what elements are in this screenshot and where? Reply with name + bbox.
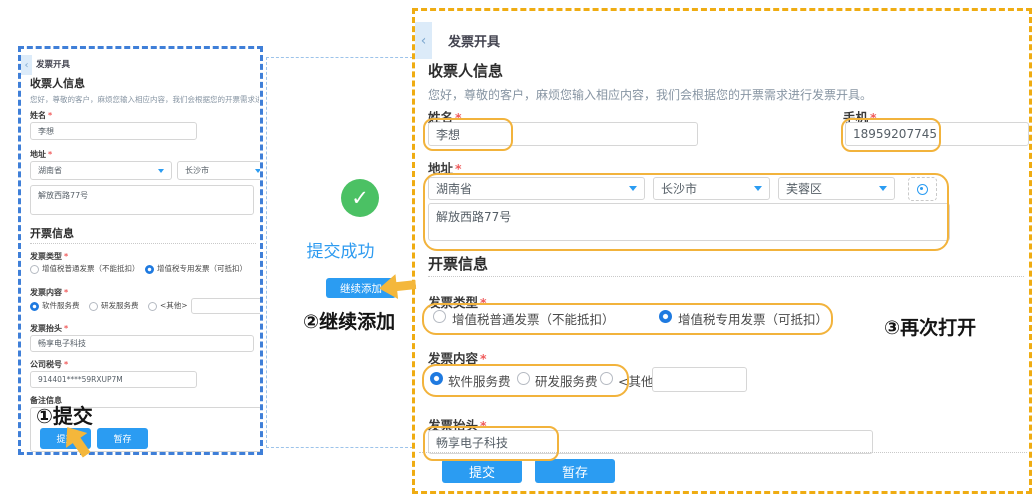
tax-no-input[interactable]: 914401****59RXUP7M — [30, 371, 197, 388]
submit-success-panel: ✓ 提交成功 继续添加 — [266, 57, 413, 448]
invoice-section-heading: 开票信息 — [30, 225, 74, 241]
radio-vat-special[interactable] — [659, 310, 672, 323]
radio-vat-normal[interactable] — [433, 310, 446, 323]
name-input[interactable]: 李想 — [30, 122, 197, 140]
invoice-form-panel-large: ‹ 发票开具 收票人信息 您好，尊敬的客户，麻烦您输入相应内容，我们会根据您的开… — [412, 8, 1032, 494]
back-button[interactable]: ‹ — [415, 22, 432, 59]
recipient-section-heading: 收票人信息 — [30, 75, 85, 91]
required-mark: * — [64, 252, 68, 261]
chevron-down-icon — [754, 186, 762, 191]
radio-content-software-label: 软件服务费 — [42, 300, 80, 311]
invoice-header-input[interactable]: 畅享电子科技 — [30, 335, 254, 352]
section-divider — [428, 276, 1024, 277]
radio-content-rnd[interactable] — [89, 302, 98, 311]
required-mark: * — [48, 111, 52, 120]
street-textarea[interactable]: 解放西路77号 — [428, 203, 950, 241]
page-title: 发票开具 — [36, 58, 70, 70]
chevron-down-icon — [255, 169, 261, 173]
back-icon: ‹ — [25, 60, 29, 71]
street-textarea[interactable]: 解放西路77号 — [30, 185, 254, 215]
tax-no-label: 公司税号* — [30, 359, 68, 370]
address-label: 地址* — [428, 158, 462, 177]
chevron-down-icon — [158, 169, 164, 173]
annotation-step1: ①提交 — [36, 400, 93, 429]
required-mark: * — [480, 295, 487, 310]
save-button[interactable]: 暂存 — [97, 428, 148, 449]
invoice-form-panel-small: ‹ 发票开具 收票人信息 您好，尊敬的客户，麻烦您输入相应内容，我们会根据您的开… — [18, 46, 263, 455]
invoice-header-input[interactable]: 畅享电子科技 — [428, 430, 873, 454]
success-circle: ✓ — [341, 179, 379, 217]
recipient-section-heading: 收票人信息 — [428, 60, 503, 81]
radio-vat-normal-label: 增值税普通发票（不能抵扣） — [42, 263, 140, 274]
back-icon: ‹ — [421, 33, 427, 49]
check-icon: ✓ — [351, 186, 369, 210]
annotation-step2: ②继续添加 — [303, 307, 395, 334]
address-label: 地址* — [30, 149, 52, 160]
name-input[interactable]: 李想 — [428, 122, 698, 146]
required-mark: * — [455, 161, 462, 176]
province-select[interactable]: 湖南省 — [30, 161, 172, 180]
content-other-input[interactable] — [191, 298, 263, 314]
locate-button[interactable] — [908, 177, 937, 201]
annotation-step3: ③再次打开 — [884, 313, 976, 340]
city-select[interactable]: 长沙市 — [177, 161, 263, 180]
radio-vat-normal-label: 增值税普通发票（不能抵扣） — [452, 309, 615, 328]
invoice-content-label: 发票内容* — [428, 348, 487, 367]
radio-content-other[interactable] — [148, 302, 157, 311]
radio-content-rnd-label: 研发服务费 — [535, 371, 598, 390]
city-select[interactable]: 长沙市 — [653, 177, 770, 200]
required-mark: * — [64, 288, 68, 297]
bottom-divider — [419, 452, 1027, 453]
back-button[interactable]: ‹ — [21, 55, 32, 75]
phone-input[interactable]: 18959207745 — [845, 122, 1029, 146]
success-message: 提交成功 — [267, 237, 413, 262]
radio-vat-normal[interactable] — [30, 265, 39, 274]
radio-content-rnd[interactable] — [517, 372, 530, 385]
required-mark: * — [48, 150, 52, 159]
radio-content-software-label: 软件服务费 — [448, 371, 511, 390]
radio-content-software[interactable] — [30, 302, 39, 311]
invoice-type-label: 发票类型* — [30, 251, 68, 262]
required-mark: * — [64, 324, 68, 333]
name-label: 姓名* — [30, 110, 52, 121]
chevron-down-icon — [629, 186, 637, 191]
save-button[interactable]: 暂存 — [535, 459, 615, 483]
radio-content-other[interactable] — [600, 372, 613, 385]
page-title: 发票开具 — [448, 31, 500, 50]
chevron-down-icon — [879, 186, 887, 191]
district-select[interactable]: 芙蓉区 — [778, 177, 895, 200]
submit-button[interactable]: 提交 — [442, 459, 522, 483]
greeting-text: 您好，尊敬的客户，麻烦您输入相应内容，我们会根据您的开票需求进行发票开具。 — [30, 94, 259, 105]
required-mark: * — [64, 360, 68, 369]
province-select[interactable]: 湖南省 — [428, 177, 645, 200]
required-mark: * — [480, 351, 487, 366]
radio-content-other-label: <其他> — [160, 300, 188, 311]
locate-icon — [917, 184, 928, 195]
greeting-text: 您好，尊敬的客户，麻烦您输入相应内容，我们会根据您的开票需求进行发票开具。 — [428, 86, 1018, 103]
invoice-header-label: 发票抬头* — [30, 323, 68, 334]
radio-content-rnd-label: 研发服务费 — [101, 300, 139, 311]
radio-vat-special-label: 增值税专用发票（可抵扣） — [678, 309, 828, 328]
radio-content-software[interactable] — [430, 372, 443, 385]
radio-vat-special[interactable] — [145, 265, 154, 274]
content-other-input[interactable] — [652, 367, 747, 392]
radio-vat-special-label: 增值税专用发票（可抵扣） — [157, 263, 247, 274]
invoice-content-label: 发票内容* — [30, 287, 68, 298]
section-divider — [30, 243, 256, 244]
invoice-section-heading: 开票信息 — [428, 253, 488, 274]
